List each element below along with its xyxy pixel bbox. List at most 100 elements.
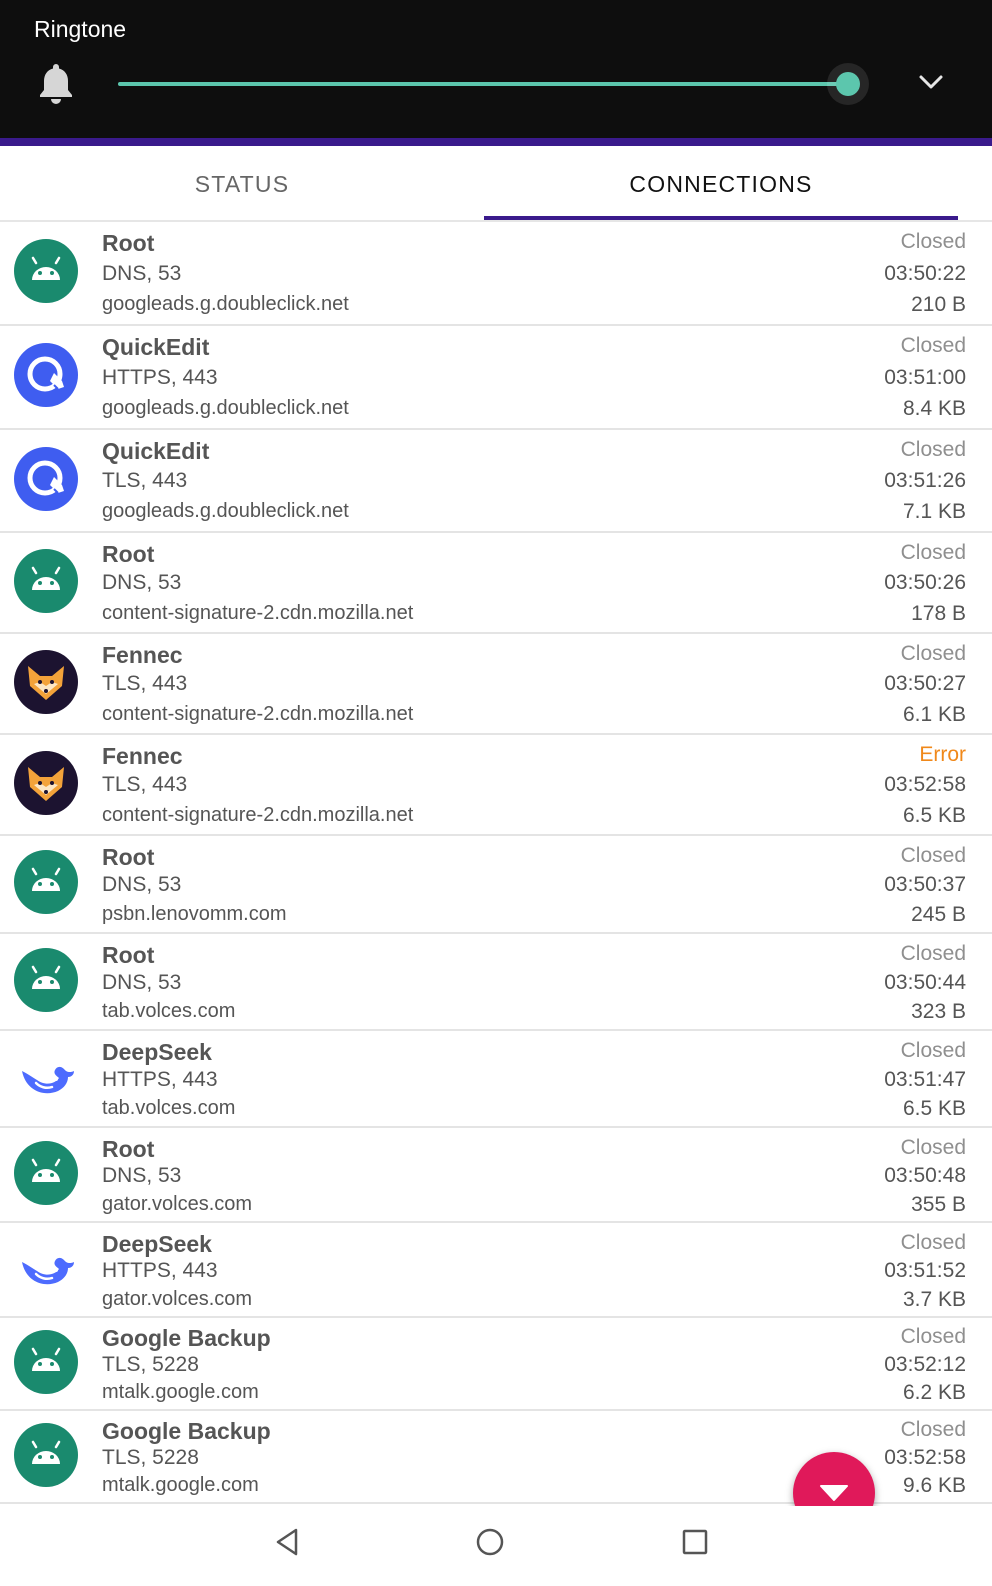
connection-time: 03:52:58 (884, 773, 966, 796)
protocol-port: TLS, 443 (102, 672, 188, 695)
host-name: mtalk.google.com (102, 1381, 259, 1403)
connection-row[interactable]: QuickEdit HTTPS, 443 googleads.g.doublec… (0, 326, 992, 430)
protocol-port: DNS, 53 (102, 1164, 182, 1187)
volume-title: Ringtone (34, 16, 127, 42)
recents-icon[interactable] (675, 1522, 715, 1562)
connection-time: 03:50:44 (884, 971, 966, 994)
connection-size: 245 B (911, 903, 966, 926)
tab-connections[interactable]: CONNECTIONS (484, 146, 958, 222)
deepseek-icon (14, 1236, 78, 1300)
connection-status: Closed (900, 1325, 966, 1348)
back-icon[interactable] (267, 1522, 307, 1562)
bell-icon[interactable] (36, 62, 76, 106)
connection-row[interactable]: Fennec TLS, 443 content-signature-2.cdn.… (0, 735, 992, 836)
volume-panel: Ringtone (0, 0, 992, 138)
connection-status: Closed (900, 541, 966, 564)
volume-slider[interactable] (118, 64, 878, 104)
protocol-port: HTTPS, 443 (102, 1068, 218, 1091)
connection-row[interactable]: Root DNS, 53 googleads.g.doubleclick.net… (0, 222, 992, 326)
host-name: content-signature-2.cdn.mozilla.net (102, 703, 414, 725)
app-name: Root (102, 942, 155, 968)
android-icon (14, 1141, 78, 1205)
app-name: QuickEdit (102, 438, 210, 464)
protocol-port: TLS, 443 (102, 469, 188, 492)
connection-row[interactable]: Root DNS, 53 gator.volces.com Closed 03:… (0, 1128, 992, 1223)
connection-status: Closed (900, 844, 966, 867)
triangle-down-icon (820, 1485, 848, 1501)
connection-row[interactable]: DeepSeek HTTPS, 443 tab.volces.com Close… (0, 1031, 992, 1128)
connection-size: 6.2 KB (902, 1381, 966, 1404)
volume-slider-track (118, 82, 848, 86)
quickedit-icon (14, 447, 78, 511)
connection-row[interactable]: Root DNS, 53 psbn.lenovomm.com Closed 03… (0, 836, 992, 934)
fennec-icon (14, 650, 78, 714)
host-name: tab.volces.com (102, 1000, 236, 1022)
protocol-port: HTTPS, 443 (102, 366, 218, 389)
protocol-port: TLS, 5228 (102, 1353, 199, 1376)
chevron-down-icon[interactable] (918, 70, 944, 94)
app-name: QuickEdit (102, 334, 210, 360)
home-icon[interactable] (470, 1522, 510, 1562)
app-name: Fennec (102, 642, 183, 668)
connection-size: 8.4 KB (902, 397, 966, 420)
connection-size: 178 B (911, 602, 966, 625)
app-name: Root (102, 844, 155, 870)
connection-size: 3.7 KB (902, 1288, 966, 1311)
host-name: mtalk.google.com (102, 1474, 259, 1496)
connection-status: Closed (900, 642, 966, 665)
connection-row[interactable]: Google Backup TLS, 5228 mtalk.google.com… (0, 1318, 992, 1411)
quickedit-icon (14, 343, 78, 407)
connection-status: Error (919, 743, 966, 766)
connection-time: 03:50:27 (884, 672, 966, 695)
app-name: Root (102, 1136, 155, 1162)
connection-row[interactable]: DeepSeek HTTPS, 443 gator.volces.com Clo… (0, 1223, 992, 1318)
host-name: googleads.g.doubleclick.net (102, 397, 349, 419)
connection-list[interactable]: Root DNS, 53 googleads.g.doubleclick.net… (0, 222, 992, 1504)
app-name: Root (102, 541, 155, 567)
deepseek-icon (14, 1045, 78, 1109)
connection-time: 03:50:48 (884, 1164, 966, 1187)
android-icon (14, 549, 78, 613)
connection-size: 9.6 KB (902, 1474, 966, 1497)
volume-slider-thumb[interactable] (836, 72, 860, 96)
host-name: content-signature-2.cdn.mozilla.net (102, 602, 414, 624)
protocol-port: DNS, 53 (102, 873, 182, 896)
connection-status: Closed (900, 1039, 966, 1062)
protocol-port: DNS, 53 (102, 971, 182, 994)
tab-status[interactable]: STATUS (0, 146, 484, 222)
connection-row[interactable]: Root DNS, 53 content-signature-2.cdn.moz… (0, 533, 992, 634)
connection-size: 6.5 KB (902, 804, 966, 827)
connection-size: 6.5 KB (902, 1097, 966, 1120)
connection-row[interactable]: Fennec TLS, 443 content-signature-2.cdn.… (0, 634, 992, 735)
android-icon (14, 850, 78, 914)
connection-time: 03:50:22 (884, 262, 966, 285)
tab-bar: STATUS CONNECTIONS (0, 146, 992, 222)
host-name: tab.volces.com (102, 1097, 236, 1119)
connection-status: Closed (900, 1136, 966, 1159)
host-name: googleads.g.doubleclick.net (102, 293, 349, 315)
app-name: DeepSeek (102, 1231, 212, 1257)
app-name: DeepSeek (102, 1039, 212, 1065)
android-icon (14, 239, 78, 303)
connection-row[interactable]: QuickEdit TLS, 443 googleads.g.doublecli… (0, 430, 992, 533)
connection-size: 323 B (911, 1000, 966, 1023)
connection-status: Closed (900, 942, 966, 965)
connection-time: 03:51:52 (884, 1259, 966, 1282)
connection-size: 355 B (911, 1193, 966, 1216)
connection-time: 03:50:37 (884, 873, 966, 896)
connection-time: 03:51:26 (884, 469, 966, 492)
connection-status: Closed (900, 230, 966, 253)
connection-status: Closed (900, 1231, 966, 1254)
tab-indicator (484, 216, 958, 220)
connection-size: 7.1 KB (902, 500, 966, 523)
android-icon (14, 1330, 78, 1394)
navigation-bar (0, 1506, 992, 1586)
connection-size: 6.1 KB (902, 703, 966, 726)
connection-row[interactable]: Root DNS, 53 tab.volces.com Closed 03:50… (0, 934, 992, 1031)
connection-time: 03:52:12 (884, 1353, 966, 1376)
connection-status: Closed (900, 334, 966, 357)
protocol-port: DNS, 53 (102, 262, 182, 285)
fennec-icon (14, 751, 78, 815)
app-name: Google Backup (102, 1325, 271, 1351)
android-icon (14, 1423, 78, 1487)
